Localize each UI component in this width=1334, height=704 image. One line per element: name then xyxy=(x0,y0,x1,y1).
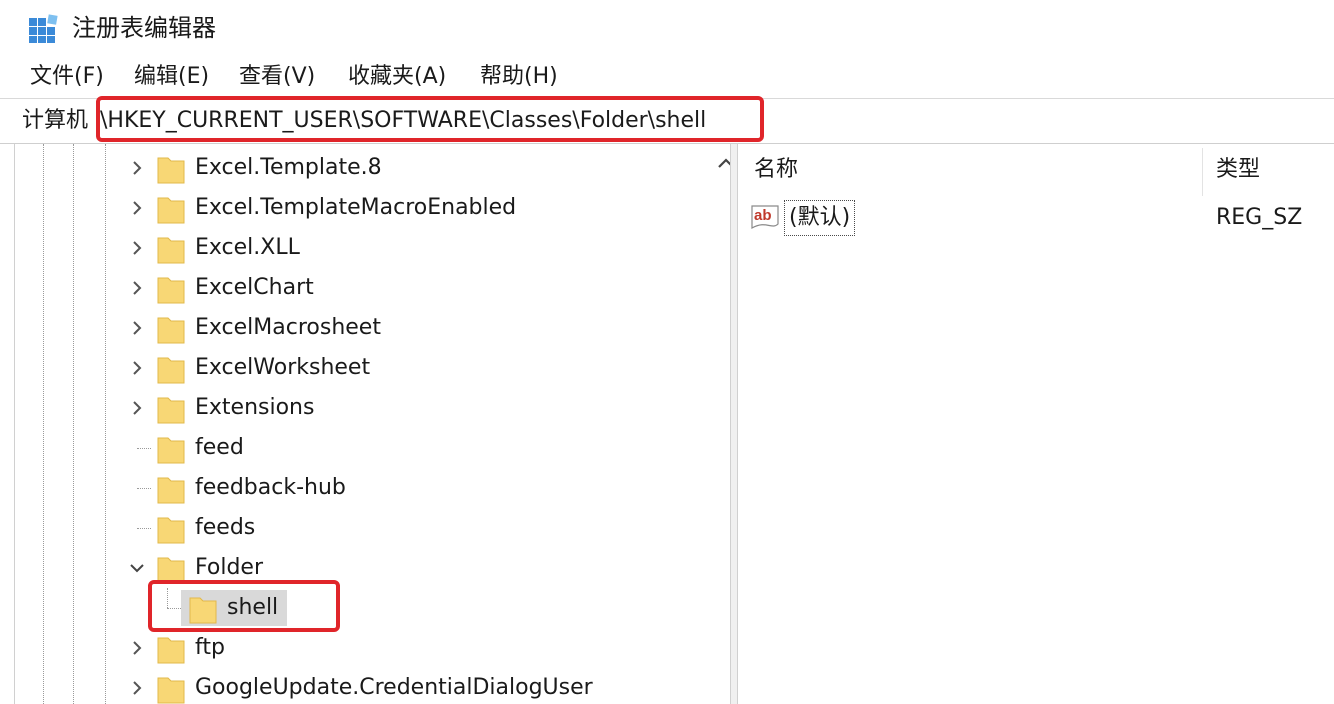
string-value-icon: ab xyxy=(751,205,779,230)
chevron-right-icon[interactable] xyxy=(127,198,147,218)
tree-item-extensions[interactable]: Extensions xyxy=(15,388,705,428)
column-divider[interactable] xyxy=(1202,148,1203,196)
title-bar: 注册表编辑器 xyxy=(0,0,1334,56)
tree-item-excel-templatemacroenabled[interactable]: Excel.TemplateMacroEnabled xyxy=(15,188,705,228)
menu-favorites[interactable]: 收藏夹(A) xyxy=(346,62,448,92)
folder-icon xyxy=(157,317,185,344)
chevron-right-icon[interactable] xyxy=(127,158,147,178)
tree-item-label: GoogleUpdate.CredentialDialogUser xyxy=(195,675,593,700)
menu-edit[interactable]: 编辑(E) xyxy=(132,62,211,92)
folder-icon xyxy=(157,277,185,304)
chevron-right-icon[interactable] xyxy=(127,638,147,658)
tree-item-label: feed xyxy=(195,435,244,460)
tree-item-label: ftp xyxy=(195,635,225,660)
value-type: REG_SZ xyxy=(1216,205,1303,230)
tree-item-label: ExcelWorksheet xyxy=(195,355,371,380)
column-header-name[interactable]: 名称 xyxy=(754,154,798,186)
chevron-right-icon[interactable] xyxy=(127,278,147,298)
folder-icon xyxy=(157,157,185,184)
tree-item-excel-template-8[interactable]: Excel.Template.8 xyxy=(15,148,705,188)
tree-scrollbar[interactable] xyxy=(709,144,730,704)
address-bar[interactable]: 计算机 \HKEY_CURRENT_USER\SOFTWARE\Classes\… xyxy=(0,98,1334,144)
tree-item-excel-xll[interactable]: Excel.XLL xyxy=(15,228,705,268)
menu-help[interactable]: 帮助(H) xyxy=(478,62,560,92)
tree-item-folder[interactable]: Folder xyxy=(15,548,705,588)
registry-editor-window: 注册表编辑器 文件(F) 编辑(E) 查看(V) 收藏夹(A) 帮助(H) 计算… xyxy=(0,0,1334,704)
chevron-right-icon[interactable] xyxy=(127,238,147,258)
key-tree[interactable]: Excel.Template.8 Excel.TemplateMacroEnab… xyxy=(14,144,730,704)
tree-item-excelworksheet[interactable]: ExcelWorksheet xyxy=(15,348,705,388)
tree-item-googleupdate-credentialdialoguser[interactable]: GoogleUpdate.CredentialDialogUser xyxy=(15,668,705,704)
tree-item-label: Folder xyxy=(195,555,263,580)
tree-connector xyxy=(137,528,151,529)
folder-icon xyxy=(157,197,185,224)
folder-icon xyxy=(157,237,185,264)
tree-item-label: feedback-hub xyxy=(195,475,346,500)
folder-icon xyxy=(157,357,185,384)
folder-icon xyxy=(157,477,185,504)
address-prefix: 计算机 xyxy=(22,108,89,133)
tree-connector xyxy=(137,448,151,449)
registry-editor-icon xyxy=(29,14,58,43)
chevron-right-icon[interactable] xyxy=(127,318,147,338)
value-name: (默认) xyxy=(784,200,856,236)
tree-connector xyxy=(167,608,181,609)
tree-item-feed[interactable]: feed xyxy=(15,428,705,468)
tree-item-ftp[interactable]: ftp xyxy=(15,628,705,668)
tree-item-label: Extensions xyxy=(195,395,315,420)
tree-item-excelmacrosheet[interactable]: ExcelMacrosheet xyxy=(15,308,705,348)
tree-item-label: Excel.XLL xyxy=(195,235,300,260)
chevron-right-icon[interactable] xyxy=(127,358,147,378)
folder-icon xyxy=(157,517,185,544)
folder-icon xyxy=(157,437,185,464)
folder-icon xyxy=(189,597,217,624)
chevron-down-icon[interactable] xyxy=(127,558,147,578)
chevron-right-icon[interactable] xyxy=(127,398,147,418)
svg-text:ab: ab xyxy=(754,207,772,224)
tree-item-label: Excel.TemplateMacroEnabled xyxy=(195,195,517,220)
tree-item-label: ExcelChart xyxy=(195,275,314,300)
value-list[interactable]: 名称 类型 ab (默认) REG_SZ xyxy=(738,144,1334,704)
tree-guide-line xyxy=(167,588,168,608)
folder-icon xyxy=(157,677,185,704)
tree-item-feedback-hub[interactable]: feedback-hub xyxy=(15,468,705,508)
tree-item-label: feeds xyxy=(195,515,256,540)
tree-item-label: ExcelMacrosheet xyxy=(195,315,381,340)
chevron-up-icon[interactable] xyxy=(716,156,730,170)
address-path[interactable]: \HKEY_CURRENT_USER\SOFTWARE\Classes\Fold… xyxy=(100,106,706,136)
window-title: 注册表编辑器 xyxy=(72,14,216,42)
tree-item-feeds[interactable]: feeds xyxy=(15,508,705,548)
folder-icon xyxy=(157,397,185,424)
menu-file[interactable]: 文件(F) xyxy=(28,62,106,92)
tree-item-label: Excel.Template.8 xyxy=(195,155,382,180)
chevron-right-icon[interactable] xyxy=(127,678,147,698)
tree-connector xyxy=(137,488,151,489)
pane-splitter[interactable] xyxy=(730,144,738,704)
tree-item-label: shell xyxy=(227,595,279,620)
tree-item-excelchart[interactable]: ExcelChart xyxy=(15,268,705,308)
menu-bar: 文件(F) 编辑(E) 查看(V) 收藏夹(A) 帮助(H) xyxy=(0,56,1334,98)
folder-open-icon xyxy=(157,557,185,584)
menu-view[interactable]: 查看(V) xyxy=(237,62,317,92)
tree-item-shell[interactable]: shell xyxy=(15,588,705,628)
folder-icon xyxy=(157,637,185,664)
column-header-type[interactable]: 类型 xyxy=(1216,154,1260,186)
